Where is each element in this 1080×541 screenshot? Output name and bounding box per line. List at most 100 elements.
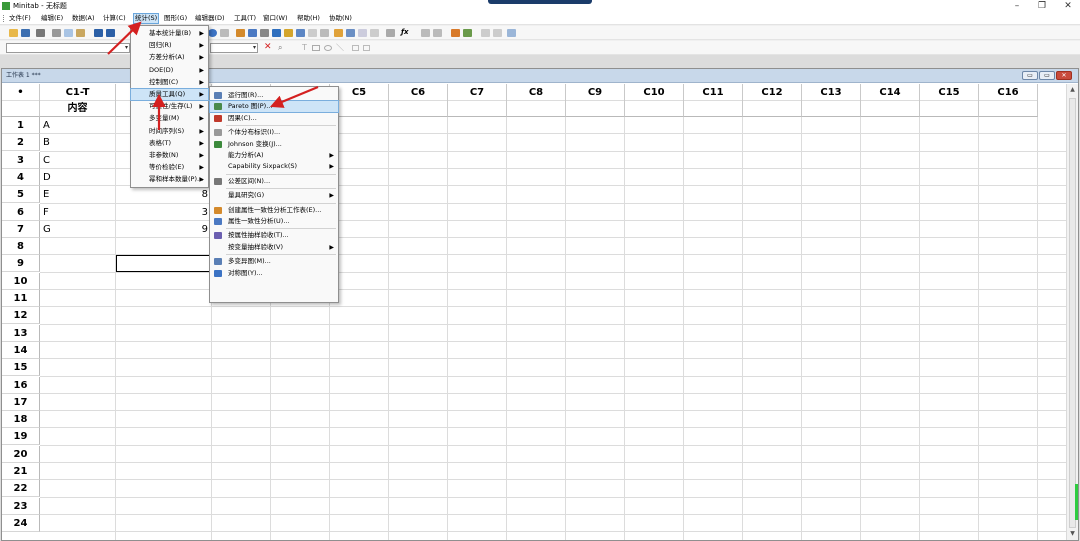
row-header[interactable]: 22 [2, 480, 40, 498]
stat-menu-item[interactable]: 多变量(M) ▶ [131, 113, 208, 124]
manage-graphs-icon[interactable] [334, 29, 343, 37]
layout-icon[interactable] [346, 29, 355, 37]
row-header[interactable]: 18 [2, 411, 40, 429]
stat-menu-item[interactable]: 质量工具(Q) ▶ [130, 88, 209, 101]
table-cell[interactable]: F [43, 204, 113, 221]
column-variable-name[interactable] [920, 101, 978, 117]
menu-item[interactable]: 统计(S) [133, 13, 160, 24]
maximize-button[interactable]: ❐ [1030, 0, 1054, 12]
quality-menu-item[interactable]: 能力分析(A) ▶ [210, 150, 338, 161]
marker-tool-icon[interactable] [363, 45, 370, 51]
row-header[interactable]: 13 [2, 324, 40, 342]
column-header[interactable]: C1-T 内容 [40, 84, 116, 117]
quality-menu-item[interactable]: 创建属性一致性分析工作表(E)... [210, 205, 338, 216]
row-header[interactable]: 14 [2, 341, 40, 359]
rectangle-tool-icon[interactable] [312, 45, 320, 51]
report-icon[interactable] [296, 29, 305, 37]
row-header[interactable]: 9 [2, 255, 40, 273]
worksheet-minimize-button[interactable]: ▭ [1022, 71, 1038, 80]
quality-menu-item[interactable]: 公差区间(N)... [210, 176, 338, 187]
row-header[interactable]: 10 [2, 272, 40, 290]
session-icon[interactable] [236, 29, 245, 37]
quality-menu-item[interactable]: 对称图(Y)... [210, 268, 338, 279]
menu-item[interactable]: 协助(N) [328, 13, 353, 24]
insert-columns-icon[interactable] [433, 29, 442, 37]
floating-tab[interactable] [488, 0, 592, 4]
graph-folder-icon[interactable] [260, 29, 269, 37]
crosshair-icon[interactable] [493, 29, 502, 37]
column-variable-name[interactable] [802, 101, 860, 117]
save-icon[interactable] [21, 29, 30, 37]
scroll-up-icon[interactable]: ▲ [1067, 84, 1078, 96]
column-variable-name[interactable] [566, 101, 624, 117]
table-cell[interactable]: E [43, 186, 113, 203]
line-tool-icon[interactable]: ＼ [336, 42, 344, 53]
row-header[interactable]: 6 [2, 203, 40, 221]
copy-icon[interactable] [64, 29, 73, 37]
menu-item[interactable]: 文件(F) [8, 13, 32, 24]
brush-icon[interactable] [481, 29, 490, 37]
column-variable-name[interactable] [861, 101, 919, 117]
grid-corner[interactable]: • [2, 84, 40, 117]
table-cell[interactable]: A [43, 117, 113, 134]
stat-menu-item[interactable]: 非参数(N) ▶ [131, 150, 208, 161]
zoom-icon[interactable]: ⌕ [278, 42, 282, 53]
row-header[interactable]: 2 [2, 134, 40, 152]
minimize-button[interactable]: – [1005, 0, 1029, 12]
quality-menu-item[interactable]: 多变异图(M)... [210, 256, 338, 267]
quality-menu-item[interactable]: Johnson 变换(J)... [210, 139, 338, 150]
column-variable-name[interactable] [507, 101, 565, 117]
chart-area-icon[interactable] [463, 29, 472, 37]
print-icon[interactable] [36, 29, 45, 37]
column-header[interactable]: C9 [566, 84, 625, 117]
paste-icon[interactable] [76, 29, 85, 37]
open-icon[interactable] [9, 29, 18, 37]
fx-icon[interactable]: ƒx [401, 28, 409, 36]
column-variable-name[interactable] [448, 101, 506, 117]
row-header[interactable]: 20 [2, 445, 40, 463]
quality-menu-item[interactable]: Pareto 图(P)... [209, 100, 339, 114]
table-cell[interactable]: 3 [116, 204, 208, 221]
table-cell[interactable]: 9 [116, 221, 208, 238]
history-icon[interactable] [284, 29, 293, 37]
chart-bar-icon[interactable] [451, 29, 460, 37]
row-header[interactable]: 15 [2, 359, 40, 377]
scroll-down-icon[interactable]: ▼ [1067, 528, 1078, 540]
table-cell[interactable]: 8 [116, 186, 208, 203]
column-header[interactable]: C12 [743, 84, 802, 117]
polygon-tool-icon[interactable] [352, 45, 359, 51]
stamp-icon[interactable] [370, 29, 379, 37]
column-variable-name[interactable] [743, 101, 801, 117]
stat-menu-item[interactable]: 控制图(C) ▶ [131, 77, 208, 88]
row-header[interactable]: 7 [2, 220, 40, 238]
edit-layout-icon[interactable] [358, 29, 367, 37]
stat-menu-item[interactable]: 基本统计量(B) ▶ [131, 28, 208, 39]
stat-menu-item[interactable]: 方差分析(A) ▶ [131, 52, 208, 63]
row-header[interactable]: 21 [2, 463, 40, 480]
row-header[interactable]: 8 [2, 238, 40, 256]
new-sheet-icon[interactable] [308, 29, 317, 37]
stat-menu-item[interactable]: 回归(R) ▶ [131, 40, 208, 51]
stat-menu-item[interactable]: 等价检验(E) ▶ [131, 162, 208, 173]
quality-menu-item[interactable]: 按属性抽样验收(T)... [210, 230, 338, 241]
column-header[interactable]: C7 [448, 84, 507, 117]
table-cell[interactable]: B [43, 134, 113, 151]
quality-menu-item[interactable]: 按变量抽样验收(V) ▶ [210, 242, 338, 253]
color-combo[interactable]: ▾ [210, 43, 258, 53]
delete-icon[interactable]: ✕ [264, 42, 272, 53]
table-cell[interactable]: C [43, 152, 113, 169]
undo-icon[interactable] [94, 29, 103, 37]
row-header[interactable]: 3 [2, 151, 40, 169]
cut-icon[interactable] [52, 29, 61, 37]
insert-rows-icon[interactable] [421, 29, 430, 37]
stat-menu-item[interactable]: 时间序列(S) ▶ [131, 126, 208, 137]
menu-item[interactable]: 图形(G) [163, 13, 188, 24]
cancel-icon[interactable] [220, 29, 229, 37]
worksheet-close-button[interactable]: ✕ [1056, 71, 1072, 80]
redo-icon[interactable] [106, 29, 115, 37]
help-icon[interactable] [208, 29, 217, 37]
column-variable-name[interactable] [684, 101, 742, 117]
menu-item[interactable]: 数据(A) [71, 13, 96, 24]
table-cell[interactable]: G [43, 221, 113, 238]
column-header[interactable]: C8 [507, 84, 566, 117]
